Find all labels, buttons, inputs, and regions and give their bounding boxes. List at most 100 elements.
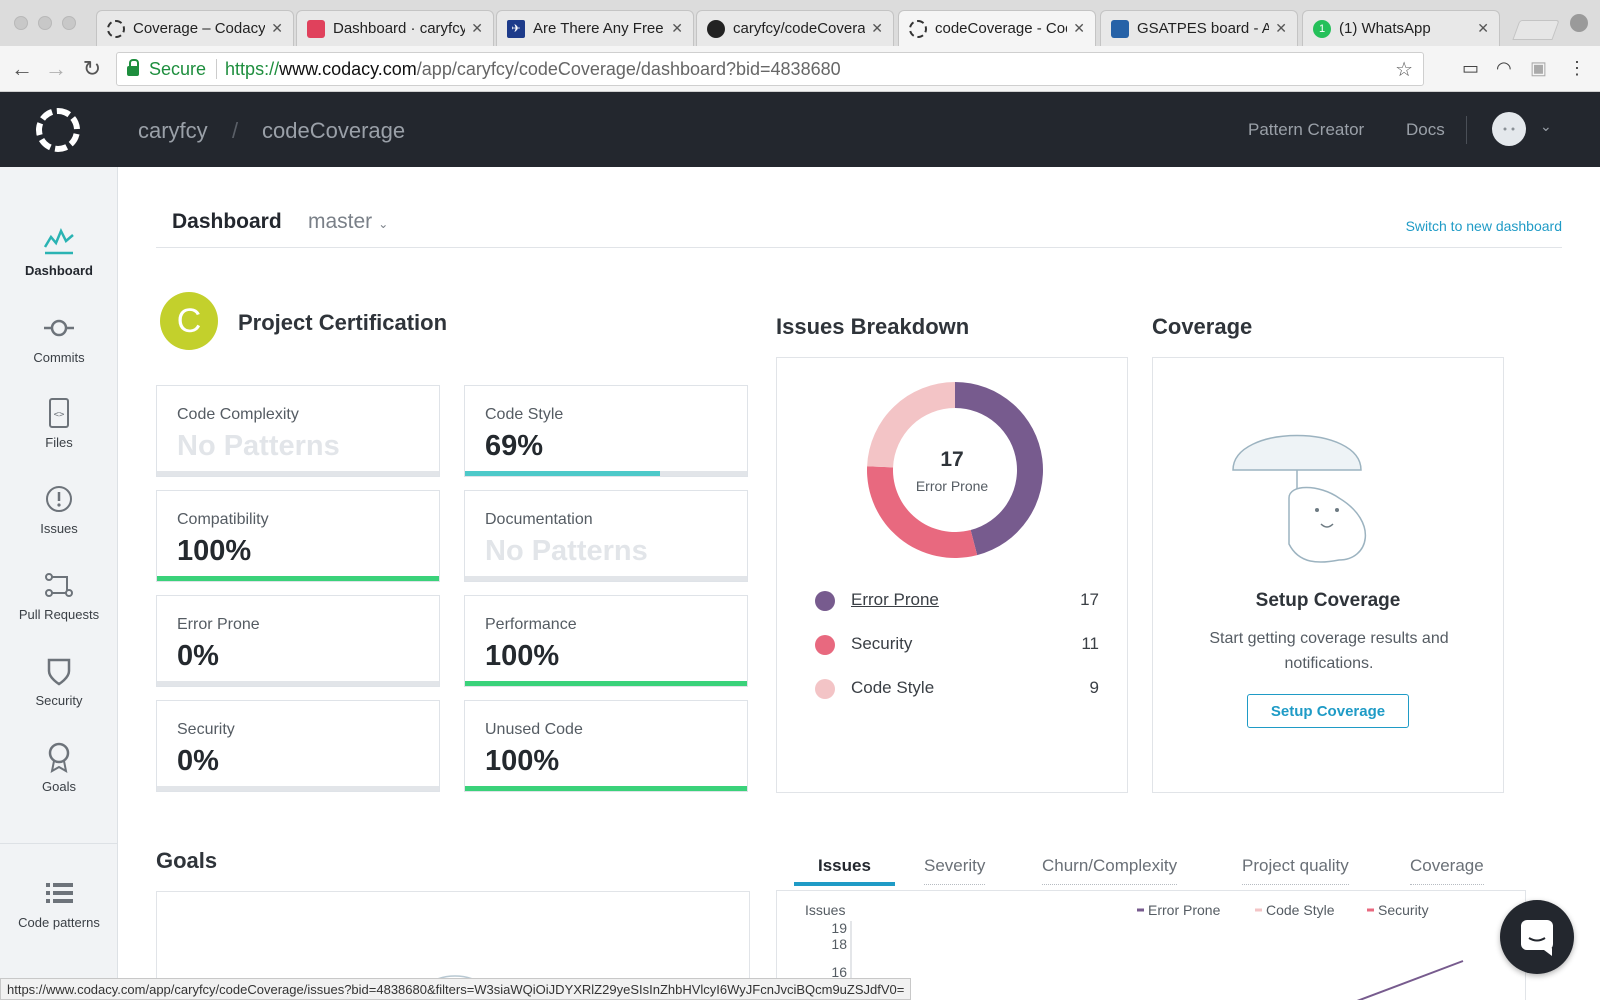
close-icon[interactable]: ✕ bbox=[871, 20, 883, 37]
alert-icon bbox=[46, 486, 72, 512]
new-tab-button[interactable] bbox=[1512, 20, 1560, 40]
page-title: Dashboard bbox=[172, 210, 282, 233]
close-icon[interactable]: ✕ bbox=[271, 20, 283, 37]
window-zoom-button[interactable] bbox=[62, 16, 76, 30]
metric-card[interactable]: Unused Code 100% bbox=[464, 700, 748, 792]
close-icon[interactable]: ✕ bbox=[1275, 20, 1287, 37]
bookmark-star-icon[interactable]: ☆ bbox=[1395, 57, 1413, 82]
sidebar-item-commits[interactable]: Commits bbox=[0, 312, 118, 365]
chat-icon bbox=[1521, 920, 1553, 956]
metric-value: 100% bbox=[177, 535, 252, 567]
extension-icon[interactable]: ▣ bbox=[1530, 58, 1547, 79]
y-tick-label: 19 bbox=[831, 920, 847, 936]
legend-item-error-prone[interactable]: Error Prone 17 bbox=[815, 590, 1099, 612]
legend-label[interactable]: Code Style bbox=[1266, 902, 1335, 918]
metric-label: Unused Code bbox=[485, 721, 583, 738]
browser-tab[interactable]: Coverage – Codacy ✕ bbox=[96, 10, 294, 46]
coverage-title: Coverage bbox=[1152, 314, 1253, 339]
donut-center-label: Error Prone bbox=[915, 478, 989, 494]
tab-issues[interactable]: Issues bbox=[794, 856, 895, 886]
docs-link[interactable]: Docs bbox=[1406, 120, 1445, 140]
extension-icon[interactable]: ◠ bbox=[1496, 58, 1512, 79]
metric-card[interactable]: Security 0% bbox=[156, 700, 440, 792]
metric-card[interactable]: Documentation No Patterns bbox=[464, 490, 748, 582]
reload-icon[interactable]: ↻ bbox=[78, 56, 106, 82]
legend-label[interactable]: Security bbox=[1378, 902, 1429, 918]
browser-tab[interactable]: Dashboard · caryfcy ✕ bbox=[296, 10, 494, 46]
chat-button[interactable] bbox=[1500, 900, 1574, 974]
codacy-logo-icon[interactable] bbox=[36, 108, 80, 152]
metric-card[interactable]: Code Complexity No Patterns bbox=[156, 385, 440, 477]
browser-tab[interactable]: caryfcy/codeCoverage ✕ bbox=[696, 10, 894, 46]
grade-badge: C bbox=[160, 292, 218, 350]
menu-icon[interactable]: ⋮ bbox=[1568, 58, 1586, 79]
jira-icon bbox=[1111, 19, 1129, 38]
sidebar-item-dashboard[interactable]: Dashboard bbox=[0, 225, 118, 278]
sidebar-item-pull-requests[interactable]: Pull Requests bbox=[0, 569, 118, 622]
forward-arrow-icon[interactable]: → bbox=[42, 56, 70, 82]
cast-icon[interactable]: ▭ bbox=[1462, 58, 1479, 79]
legend-dot bbox=[815, 635, 835, 655]
sidebar-item-security[interactable]: Security bbox=[0, 655, 118, 708]
legend-item-code-style[interactable]: Code Style 9 bbox=[815, 678, 1099, 700]
close-icon[interactable]: ✕ bbox=[671, 20, 683, 37]
url-path: /app/caryfcy/codeCoverage/dashboard?bid=… bbox=[416, 58, 841, 79]
series-line-error-prone bbox=[1356, 960, 1464, 1000]
profile-icon[interactable] bbox=[1570, 14, 1588, 32]
metric-progress-fill bbox=[465, 681, 747, 686]
breadcrumb-separator: / bbox=[232, 118, 239, 143]
metric-label: Code Style bbox=[485, 406, 564, 423]
url-host: www.codacy.com bbox=[279, 58, 417, 79]
close-icon[interactable]: ✕ bbox=[1477, 20, 1489, 37]
close-icon[interactable]: ✕ bbox=[1073, 20, 1085, 37]
tab-severity[interactable]: Severity bbox=[924, 856, 986, 885]
tab-project-quality[interactable]: Project quality bbox=[1242, 856, 1349, 885]
y-tick-label: 18 bbox=[831, 936, 847, 952]
sidebar: Dashboard Commits <> Files Issues Pull R… bbox=[0, 167, 118, 1000]
avatar[interactable] bbox=[1492, 112, 1526, 146]
setup-coverage-title: Setup Coverage bbox=[1255, 590, 1401, 611]
sidebar-item-issues[interactable]: Issues bbox=[0, 483, 118, 536]
metric-progress-fill bbox=[157, 576, 439, 581]
shield-icon bbox=[47, 658, 71, 686]
chevron-down-icon[interactable]: ⌄ bbox=[1540, 118, 1552, 135]
back-arrow-icon[interactable]: ← bbox=[8, 56, 36, 82]
metric-value: 100% bbox=[485, 745, 560, 777]
window-minimize-button[interactable] bbox=[38, 16, 52, 30]
browser-tab-active[interactable]: codeCoverage - Codacy ✕ bbox=[898, 10, 1096, 46]
codacy-icon bbox=[909, 19, 927, 38]
sidebar-item-files[interactable]: <> Files bbox=[0, 397, 118, 450]
tab-coverage[interactable]: Coverage bbox=[1410, 856, 1484, 885]
legend-label[interactable]: Error Prone bbox=[1148, 902, 1221, 918]
close-icon[interactable]: ✕ bbox=[471, 20, 483, 37]
metric-card[interactable]: Code Style 69% bbox=[464, 385, 748, 477]
legend-item-security[interactable]: Security 11 bbox=[815, 634, 1099, 656]
secure-label: Secure bbox=[149, 58, 207, 79]
browser-toolbar: ← → ↻ Secure https:// www.codacy.com /ap… bbox=[0, 46, 1600, 92]
metric-card[interactable]: Performance 100% bbox=[464, 595, 748, 687]
breadcrumb-org[interactable]: caryfcy bbox=[138, 118, 208, 144]
branch-selector[interactable]: master ⌄ bbox=[308, 210, 388, 234]
whatsapp-icon: 1 bbox=[1313, 19, 1331, 38]
metric-card[interactable]: Compatibility 100% bbox=[156, 490, 440, 582]
metric-progress-bar bbox=[157, 681, 439, 686]
svg-text:<>: <> bbox=[54, 410, 65, 420]
sidebar-item-goals[interactable]: Goals bbox=[0, 741, 118, 794]
metric-progress-fill bbox=[465, 786, 747, 791]
browser-tab[interactable]: 1 (1) WhatsApp ✕ bbox=[1302, 10, 1500, 46]
setup-coverage-button[interactable]: Setup Coverage bbox=[1247, 694, 1409, 728]
sidebar-item-code-patterns[interactable]: Code patterns bbox=[0, 877, 118, 930]
browser-tab[interactable]: ✈ Are There Any Free ✕ bbox=[496, 10, 694, 46]
pattern-creator-link[interactable]: Pattern Creator bbox=[1248, 120, 1364, 140]
address-bar[interactable]: Secure https:// www.codacy.com /app/cary… bbox=[116, 52, 1424, 86]
switch-dashboard-link[interactable]: Switch to new dashboard bbox=[1406, 218, 1562, 234]
tab-churn-complexity[interactable]: Churn/Complexity bbox=[1042, 856, 1178, 885]
metric-card[interactable]: Error Prone 0% bbox=[156, 595, 440, 687]
metric-progress-bar bbox=[157, 576, 439, 581]
browser-tab[interactable]: GSATPES board - Agile ✕ bbox=[1100, 10, 1298, 46]
coverage-description: Start getting coverage results and notif… bbox=[1209, 630, 1449, 672]
y-axis-label: Issues bbox=[805, 902, 845, 918]
window-close-button[interactable] bbox=[14, 16, 28, 30]
metric-progress-bar bbox=[465, 681, 747, 686]
breadcrumb-repo[interactable]: codeCoverage bbox=[262, 118, 405, 144]
